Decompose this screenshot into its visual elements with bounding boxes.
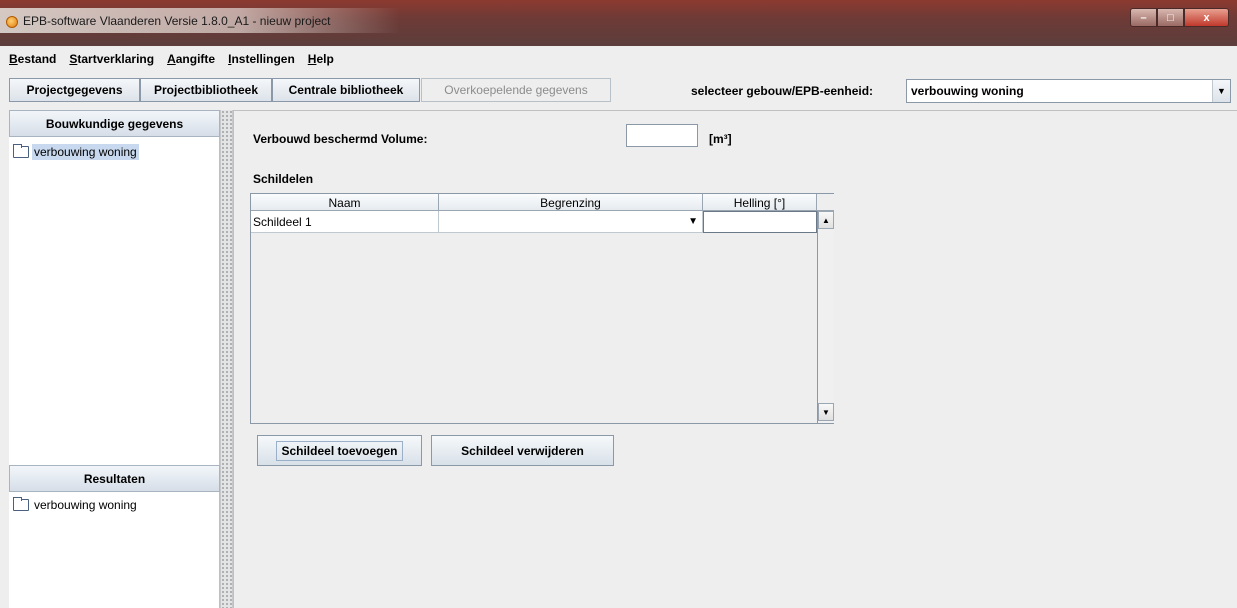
maximize-button[interactable]: □ (1157, 8, 1184, 27)
schildelen-table: Naam Begrenzing Helling [°] Schildeel 1 … (250, 193, 834, 424)
building-select[interactable]: verbouwing woning ▼ (906, 79, 1231, 103)
menu-bestand[interactable]: Bestand (4, 52, 64, 66)
tab-centrale-bibliotheek[interactable]: Centrale bibliotheek (272, 78, 420, 102)
menu-bar: Bestand Startverklaring Aangifte Instell… (0, 46, 1237, 72)
add-schildeel-button[interactable]: Schildeel toevoegen (257, 435, 422, 466)
tab-projectgegevens[interactable]: Projectgegevens (9, 78, 140, 102)
menu-startverklaring[interactable]: Startverklaring (64, 52, 162, 66)
window-title: EPB-software Vlaanderen Versie 1.8.0_A1 … (23, 14, 331, 28)
cell-begrenzing[interactable]: ▼ (439, 211, 703, 233)
scroll-up-icon[interactable]: ▲ (818, 211, 834, 229)
bouwkundige-gegevens-header[interactable]: Bouwkundige gegevens (9, 110, 220, 137)
cell-helling[interactable] (703, 211, 817, 233)
add-schildeel-label: Schildeel toevoegen (276, 440, 403, 461)
resultaten-header[interactable]: Resultaten (9, 465, 220, 492)
table-row[interactable]: Schildeel 1 ▼ (251, 211, 817, 233)
volume-label: Verbouwd beschermd Volume: (253, 132, 428, 146)
menu-aangifte[interactable]: Aangifte (162, 52, 223, 66)
menu-instellingen[interactable]: Instellingen (223, 52, 303, 66)
folder-icon (13, 497, 29, 511)
table-header: Naam Begrenzing Helling [°] (251, 194, 817, 211)
tree-item-label: verbouwing woning (32, 144, 139, 160)
scroll-down-icon[interactable]: ▼ (818, 403, 834, 421)
tree-item-label: verbouwing woning (34, 498, 137, 512)
table-corner (817, 194, 834, 211)
column-header-helling[interactable]: Helling [°] (703, 194, 817, 211)
table-vertical-scrollbar[interactable]: ▲ ▼ (817, 211, 834, 423)
left-panel: Bouwkundige gegevens verbouwing woning R… (9, 110, 220, 608)
column-header-begrenzing[interactable]: Begrenzing (439, 194, 703, 211)
schildelen-label: Schildelen (253, 172, 314, 186)
main-panel: Verbouwd beschermd Volume: [m³] Schildel… (233, 110, 1237, 608)
tree-item-bouwkundig[interactable]: verbouwing woning (13, 144, 139, 160)
column-header-naam[interactable]: Naam (251, 194, 439, 211)
remove-schildeel-button[interactable]: Schildeel verwijderen (431, 435, 614, 466)
minimize-button[interactable]: – (1130, 8, 1157, 27)
volume-input[interactable] (626, 124, 698, 147)
close-button[interactable]: x (1184, 8, 1229, 27)
volume-unit: [m³] (709, 132, 732, 146)
menu-help[interactable]: Help (303, 52, 342, 66)
chevron-down-icon[interactable]: ▼ (1212, 80, 1230, 102)
building-select-value: verbouwing woning (911, 84, 1024, 98)
tree-item-resultaten[interactable]: verbouwing woning (13, 497, 139, 513)
split-pane-divider[interactable] (220, 110, 233, 608)
select-building-label: selecteer gebouw/EPB-eenheid: (691, 84, 874, 98)
app-icon (6, 16, 18, 28)
tab-projectbibliotheek[interactable]: Projectbibliotheek (140, 78, 272, 102)
cell-naam[interactable]: Schildeel 1 (251, 211, 439, 233)
tab-overkoepelende-gegevens[interactable]: Overkoepelende gegevens (421, 78, 611, 102)
window-controls: – □ x (1130, 8, 1229, 27)
dropdown-arrow-icon[interactable]: ▼ (688, 216, 698, 227)
folder-icon (13, 144, 29, 158)
title-bar: EPB-software Vlaanderen Versie 1.8.0_A1 … (0, 0, 1237, 46)
